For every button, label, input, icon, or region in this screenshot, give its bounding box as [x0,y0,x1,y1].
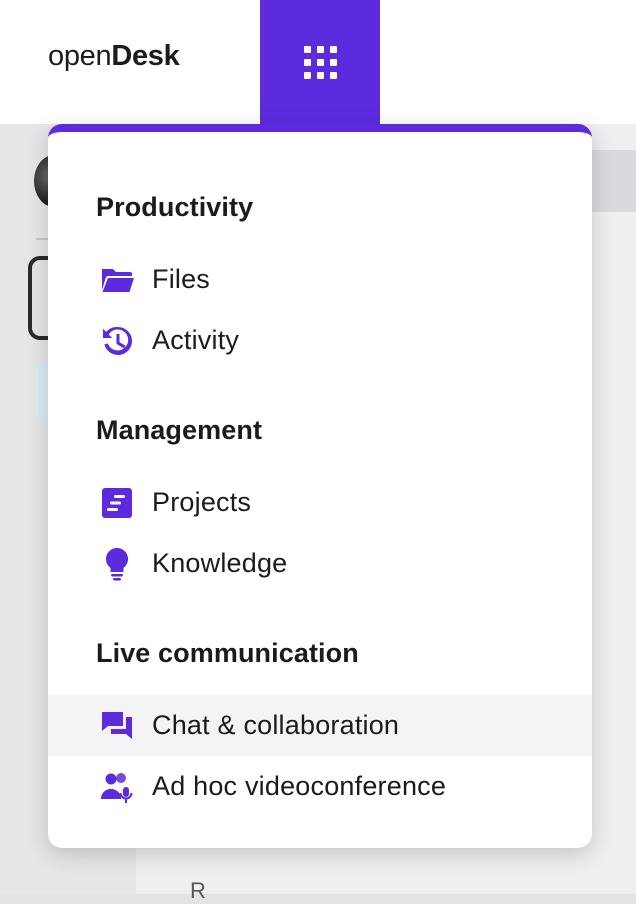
menu-item-label: Activity [152,325,240,355]
folder-icon [98,263,136,297]
apps-dropdown-menu: Productivity Files Activity Management P… [48,124,592,848]
top-header: open Desk [0,0,636,124]
menu-item-label: Knowledge [152,548,288,578]
menu-item-chat-collaboration[interactable]: Chat & collaboration [48,695,592,756]
logo-text-light: open [48,40,112,72]
menu-item-projects[interactable]: Projects [48,472,592,533]
menu-item-ad-hoc-videoconference[interactable]: Ad hoc videoconference [48,756,592,817]
projects-icon [98,486,136,520]
video-users-icon [98,770,136,804]
menu-item-knowledge[interactable]: Knowledge [48,533,592,594]
history-icon [98,324,136,358]
section-title-management: Management [96,415,263,445]
apps-menu-button[interactable] [260,0,380,124]
background-text: R [190,878,206,903]
menu-item-files[interactable]: Files [48,249,592,310]
menu-item-label: Projects [152,487,252,517]
menu-item-label: Ad hoc videoconference [152,771,447,801]
menu-item-activity[interactable]: Activity [48,310,592,371]
logo-text-bold: Desk [111,40,180,72]
apps-grid-icon [303,45,337,79]
opendesk-logo[interactable]: open Desk [48,40,180,80]
section-title-live-communication: Live communication [96,638,359,668]
chat-icon [98,709,136,743]
section-title-productivity: Productivity [96,192,254,222]
menu-item-label: Files [152,264,211,294]
lightbulb-icon [98,547,136,581]
menu-item-label: Chat & collaboration [152,710,400,740]
